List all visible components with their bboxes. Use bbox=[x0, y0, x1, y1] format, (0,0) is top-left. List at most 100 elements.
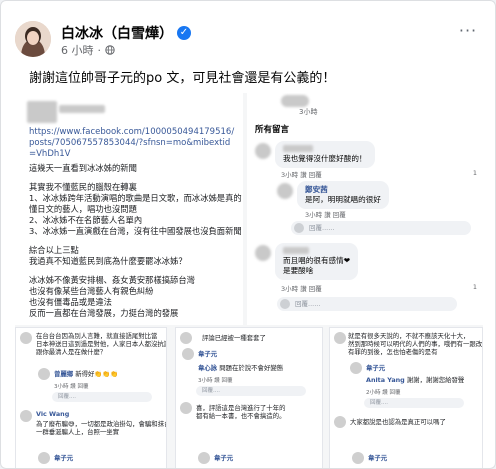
commenter-avatar bbox=[180, 402, 192, 414]
comment-bubble: 而且唱的很有感情❤ 是要酸啥 bbox=[275, 243, 359, 280]
verified-badge-icon: ✓ bbox=[177, 26, 191, 40]
comment-author[interactable]: 韋子元 bbox=[366, 364, 385, 372]
author-name-text[interactable]: 白冰冰（白雪燁） bbox=[61, 23, 173, 43]
reply-avatar bbox=[280, 299, 290, 309]
commenter-avatar bbox=[350, 362, 362, 374]
blurred-name bbox=[283, 247, 309, 254]
comment-text: 在台台台因為別人言難，就直接語尾對比當 bbox=[36, 332, 158, 340]
shared-link: https://www.facebook.com/100005049417951… bbox=[29, 127, 235, 159]
reply-line: Anita Yang 謝謝，謝謝您給發聲 bbox=[366, 376, 464, 384]
reply-line: 曾麗鄉 新得好👏👏👏 bbox=[54, 370, 118, 378]
comment-screenshot-2: 評論已經被一種套套了 韋子元 韋心詠 問題在於說不會好變態 3小時 讚 回覆 回… bbox=[175, 327, 323, 468]
comment-screenshot-1: 在台台台因為別人言難，就直接語尾對比當 日本神送日這到過是對他，人家日本人都沒抗… bbox=[15, 327, 167, 468]
doc-line: 其實我不懂藍民的腦殼在轉裏 bbox=[29, 182, 137, 192]
reply-input[interactable]: 回覆.... bbox=[196, 386, 306, 396]
comment-text: 都有給一本書，也不會搞造的。 bbox=[196, 412, 286, 420]
doc-line: 反而一直都在台灣發展，力挺台灣的發展 bbox=[29, 308, 179, 318]
comment-actions[interactable]: 2小時 讚 回覆 bbox=[366, 388, 401, 396]
reply-author[interactable]: 韋心詠 bbox=[198, 364, 217, 372]
comment-bubble: 鄭安茜 是阿，明明就唱的很好 bbox=[297, 181, 389, 209]
comment-author[interactable]: 韋子元 bbox=[368, 454, 387, 462]
comment-screenshots-collage: 在台台台因為別人言難，就直接語尾對比當 日本神送日這到過是對他，人家日本人都沒抗… bbox=[15, 327, 483, 468]
commenter-avatar bbox=[38, 452, 50, 464]
meta-separator: · bbox=[97, 43, 102, 57]
comment-author[interactable]: 韋子元 bbox=[54, 454, 73, 462]
reply-avatar bbox=[294, 223, 304, 233]
comment-text: 有罪的到後，怎也怕老傷的是有 bbox=[348, 348, 438, 356]
doc-line: 也沒有僵毒品或是違法 bbox=[29, 297, 112, 307]
commenter-avatar bbox=[198, 452, 210, 464]
comment-text: 跟你最清人是在做什麼？ bbox=[36, 348, 107, 356]
all-comments-heading[interactable]: 所有留言 bbox=[255, 123, 289, 135]
reply-author[interactable]: 曾麗鄉 bbox=[54, 370, 73, 378]
reply-text: 問題在於說不會好變態 bbox=[219, 364, 284, 372]
comment-text: 大家都說是也認為是真正可以嗎了 bbox=[350, 418, 446, 426]
comments-screenshot: 3小時 所有留言 我也覺得沒什麼好酸的！ 3小時 讚 回覆 1 鄭安茜 是阿，明… bbox=[247, 93, 483, 325]
doc-line: 我過真不知道藍民到底為什麼要罷冰冰姊？ bbox=[29, 256, 187, 266]
commenter-avatar bbox=[182, 348, 194, 360]
comment-text: 我也覺得沒什麼好酸的！ bbox=[283, 154, 367, 163]
reply-text: 新得好👏👏👏 bbox=[75, 370, 119, 378]
reply-author[interactable]: Anita Yang bbox=[366, 376, 405, 384]
comments-header-area bbox=[253, 93, 479, 111]
comment-text: 是阿，明明就唱的很好 bbox=[305, 195, 381, 204]
comment-text: 日本神送日這到過是對他，人家日本人都沒抗議 bbox=[36, 340, 167, 348]
comment-actions[interactable]: 3小時 讚 回覆 bbox=[54, 382, 89, 390]
commenter-avatar bbox=[20, 332, 32, 344]
comment-text: 評論已經被一種套套了 bbox=[202, 334, 266, 342]
commenter-avatar bbox=[20, 410, 32, 422]
shared-screenshot-image[interactable]: https://www.facebook.com/100005049417951… bbox=[15, 93, 483, 468]
comment-text: 一群垂涎騙人上，台照一坐實 bbox=[36, 428, 120, 436]
comment-text: 然到那時候可以明代的人們的事，哦們有一跟改為沒有 bbox=[348, 340, 483, 348]
comment-bubble: 我也覺得沒什麼好酸的！ bbox=[275, 141, 375, 168]
post-meta: 6 小時 · bbox=[61, 42, 115, 58]
reply-input[interactable]: 回覆...... bbox=[291, 221, 471, 235]
doc-line: 2、冰冰姊不在名節藝人名單內 bbox=[29, 215, 143, 225]
commenter-avatar bbox=[352, 452, 364, 464]
doc-line: 冰冰姊不像黃安排楊、姦女黃安那樣搞舔台灣 bbox=[29, 275, 195, 285]
facebook-post-card: 白冰冰（白雪燁） ✓ 6 小時 · ··· 謝謝這位帥哥子元的po 文，可見社會… bbox=[0, 0, 496, 469]
doc-line: 1、冰冰姊跨年活動演唱的歌曲是日文歌，而冰冰姊是真的 bbox=[29, 193, 242, 203]
comment-text: 喜，評語這是台灣進行了十年的 bbox=[196, 404, 286, 412]
comment-author[interactable]: 鄭安茜 bbox=[305, 185, 381, 195]
doc-line: 3、冰冰姊一直演戲在台灣，沒有往中國發展也沒負面新聞 bbox=[29, 226, 242, 236]
shared-post-text: 這幾天一直看到冰冰姊的新聞 其實我不懂藍民的腦殼在轉裏 1、冰冰姊跨年活動演唱的… bbox=[29, 163, 242, 319]
comment-text: 而且唱的很有感情❤ bbox=[283, 256, 351, 265]
blurred-name bbox=[283, 145, 313, 152]
commenter-avatar bbox=[180, 332, 192, 344]
reply-input[interactable]: 回覆.... bbox=[364, 398, 464, 408]
post-caption: 謝謝這位帥哥子元的po 文，可見社會還是有公義的！ bbox=[29, 71, 336, 86]
avatar-portrait bbox=[15, 21, 51, 57]
blurred-name bbox=[59, 105, 105, 113]
reply-placeholder: 回覆...... bbox=[295, 300, 321, 308]
comment-actions[interactable]: 3小時 讚 回覆 bbox=[281, 169, 322, 179]
more-options-button[interactable]: ··· bbox=[457, 23, 479, 43]
reply-input[interactable]: 回覆.... bbox=[52, 392, 152, 402]
comment-actions[interactable]: 3小時 讚 回覆 bbox=[305, 209, 346, 219]
comment-screenshot-3: 就是有很多天說的，不就不應該天化十大， 然到那時候可以明代的人們的事，哦們有一跟… bbox=[329, 327, 483, 468]
comment-author[interactable]: 韋子元 bbox=[214, 454, 233, 462]
comment-text: 就是有很多天說的，不就不應該天化十大， bbox=[348, 332, 470, 340]
author-name[interactable]: 白冰冰（白雪燁） ✓ bbox=[61, 23, 191, 43]
commenter-avatar bbox=[334, 416, 346, 428]
comment-actions[interactable]: 3小時 讚 回覆 bbox=[198, 376, 233, 384]
reply-text: 謝謝，謝謝您給發聲 bbox=[406, 376, 465, 384]
comment-actions[interactable]: 3小時 讚 回覆 bbox=[281, 283, 322, 293]
like-count: 1 bbox=[472, 169, 477, 177]
author-avatar[interactable] bbox=[15, 21, 51, 57]
comment-author[interactable]: 韋子元 bbox=[198, 350, 217, 358]
post-time[interactable]: 6 小時 bbox=[61, 42, 94, 58]
like-count: 1 bbox=[472, 283, 477, 291]
reply-placeholder: 回覆...... bbox=[309, 224, 335, 232]
globe-icon bbox=[105, 45, 115, 55]
comment-author[interactable]: Vic Wang bbox=[36, 410, 69, 418]
doc-line: 綜合以上三點 bbox=[29, 245, 79, 255]
comment-text-2: 是要酸啥 bbox=[283, 266, 314, 275]
commenter-avatar bbox=[255, 143, 271, 159]
post-header: 白冰冰（白雪燁） ✓ 6 小時 · ··· bbox=[15, 15, 481, 61]
doc-line: 這幾天一直看到冰冰姊的新聞 bbox=[29, 163, 137, 173]
commenter-avatar bbox=[255, 245, 271, 261]
shared-post-screenshot: https://www.facebook.com/100005049417951… bbox=[15, 93, 243, 325]
reply-input[interactable]: 回覆...... bbox=[277, 297, 457, 311]
doc-line: 懂日文的藝人，唱功也沒問題 bbox=[29, 204, 137, 214]
